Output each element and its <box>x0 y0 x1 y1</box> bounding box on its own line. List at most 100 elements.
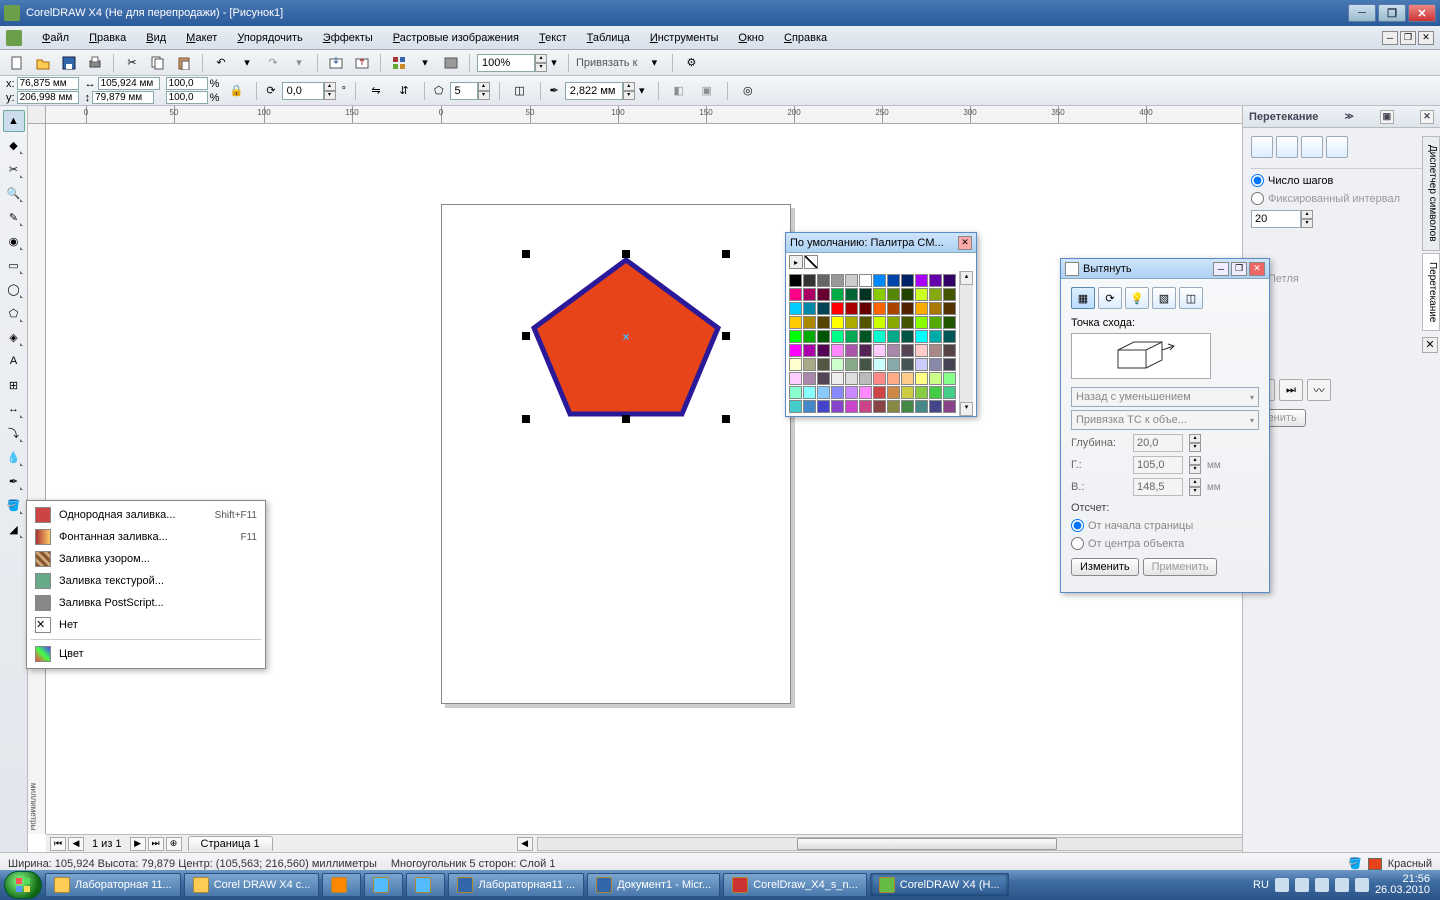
fly-color[interactable]: Цвет <box>27 643 265 665</box>
from-page-radio[interactable] <box>1071 519 1084 532</box>
swatch[interactable] <box>803 288 816 301</box>
extrude-preview[interactable] <box>1071 333 1211 379</box>
mdi-close[interactable]: ✕ <box>1418 31 1434 45</box>
taskbar-item-6[interactable]: Документ1 - Micr... <box>587 873 720 897</box>
swatch[interactable] <box>929 274 942 287</box>
mdi-minimize[interactable]: ─ <box>1382 31 1398 45</box>
swatch[interactable] <box>859 316 872 329</box>
swatch[interactable] <box>831 372 844 385</box>
redo-button[interactable]: ↷ <box>262 52 284 74</box>
palette-titlebar[interactable]: По умолчанию: Палитра CM... ✕ <box>786 233 976 253</box>
swatch[interactable] <box>943 400 956 413</box>
fill-chip[interactable] <box>1368 858 1382 870</box>
vp-h-input[interactable] <box>1133 456 1183 474</box>
swatch[interactable] <box>789 316 802 329</box>
outline-tool[interactable]: ✒ <box>3 470 25 492</box>
lock-ratio[interactable]: 🔒 <box>225 80 247 102</box>
swatch[interactable] <box>915 386 928 399</box>
print-button[interactable] <box>84 52 106 74</box>
swatch[interactable] <box>831 288 844 301</box>
extrude-vp-combo[interactable]: Привязка TC к объе...▾ <box>1071 410 1259 430</box>
to-front[interactable]: ▣ <box>696 80 718 102</box>
close-button[interactable]: ✕ <box>1408 4 1436 22</box>
swatch[interactable] <box>789 400 802 413</box>
swatch[interactable] <box>929 344 942 357</box>
taskbar-item-2[interactable] <box>322 873 361 897</box>
swatch[interactable] <box>915 344 928 357</box>
swatch[interactable] <box>901 302 914 315</box>
blend-docker-title[interactable]: Перетекание ≫ ▣ ✕ <box>1243 106 1440 128</box>
palette-close[interactable]: ✕ <box>958 236 972 250</box>
to-curves[interactable]: ◫ <box>509 80 531 102</box>
swatch[interactable] <box>817 316 830 329</box>
taskbar-item-8[interactable]: CorelDRAW X4 (H... <box>870 873 1009 897</box>
y-input[interactable] <box>17 91 79 104</box>
fly-item-2[interactable]: Заливка узором... <box>27 548 265 570</box>
text-tool[interactable]: A <box>3 350 25 372</box>
minimize-button[interactable]: ─ <box>1348 4 1376 22</box>
swatch[interactable] <box>789 372 802 385</box>
fly-item-5[interactable]: ✕Нет <box>27 614 265 636</box>
extrude-tab-bevel[interactable]: ◫ <box>1179 287 1203 309</box>
cut-button[interactable]: ✂ <box>121 52 143 74</box>
swatch[interactable] <box>901 288 914 301</box>
swatch[interactable] <box>859 344 872 357</box>
ellipse-tool[interactable]: ◯ <box>3 278 25 300</box>
swatch[interactable] <box>929 400 942 413</box>
menu-таблица[interactable]: Таблица <box>577 29 640 47</box>
swatch[interactable] <box>817 288 830 301</box>
zoom-tool[interactable]: 🔍 <box>3 182 25 204</box>
extrude-apply-btn[interactable]: Применить <box>1143 558 1218 576</box>
ruler-horizontal[interactable]: 050100150050100150200250300350400 миллим… <box>46 106 1440 124</box>
swatch[interactable] <box>915 302 928 315</box>
swatch[interactable] <box>887 274 900 287</box>
menu-окно[interactable]: Окно <box>728 29 774 47</box>
swatch[interactable] <box>859 274 872 287</box>
app-drop[interactable]: ▾ <box>414 52 436 74</box>
copy-button[interactable] <box>147 52 169 74</box>
extrude-tab-light[interactable]: 💡 <box>1125 287 1149 309</box>
palette-scroll-down[interactable]: ▾ <box>960 402 973 416</box>
swatch[interactable] <box>817 400 830 413</box>
swatch[interactable] <box>803 344 816 357</box>
swatch[interactable] <box>859 386 872 399</box>
swatch[interactable] <box>873 372 886 385</box>
swatch[interactable] <box>943 330 956 343</box>
swatch[interactable] <box>789 274 802 287</box>
extrude-max[interactable]: ❐ <box>1231 262 1247 276</box>
swatch[interactable] <box>929 316 942 329</box>
swatch[interactable] <box>943 344 956 357</box>
menu-макет[interactable]: Макет <box>176 29 227 47</box>
swatch[interactable] <box>789 288 802 301</box>
swatch[interactable] <box>873 386 886 399</box>
extrude-edit-btn[interactable]: Изменить <box>1071 558 1139 576</box>
swatch[interactable] <box>803 316 816 329</box>
open-button[interactable] <box>32 52 54 74</box>
crop-tool[interactable]: ✂ <box>3 158 25 180</box>
swatch[interactable] <box>887 330 900 343</box>
swatch[interactable] <box>873 274 886 287</box>
snap-drop[interactable]: ▾ <box>643 52 665 74</box>
palette-no-fill[interactable] <box>804 255 818 269</box>
undo-drop[interactable]: ▾ <box>236 52 258 74</box>
swatch[interactable] <box>803 358 816 371</box>
menu-вид[interactable]: Вид <box>136 29 176 47</box>
swatch[interactable] <box>873 288 886 301</box>
mdi-restore[interactable]: ❐ <box>1400 31 1416 45</box>
swatch[interactable] <box>789 302 802 315</box>
swatch[interactable] <box>943 316 956 329</box>
swatch[interactable] <box>915 288 928 301</box>
swatch[interactable] <box>859 358 872 371</box>
first-page[interactable]: ⏮ <box>50 837 66 851</box>
smart-fill-tool[interactable]: ◉ <box>3 230 25 252</box>
swatch[interactable] <box>859 372 872 385</box>
sides-input[interactable] <box>450 82 478 100</box>
swatch[interactable] <box>845 344 858 357</box>
swatch[interactable] <box>887 400 900 413</box>
swatch[interactable] <box>845 400 858 413</box>
scroll-left[interactable]: ◀ <box>517 837 533 851</box>
redo-drop[interactable]: ▾ <box>288 52 310 74</box>
swatch[interactable] <box>789 344 802 357</box>
mirror-v[interactable]: ⇵ <box>393 80 415 102</box>
swatch[interactable] <box>859 400 872 413</box>
